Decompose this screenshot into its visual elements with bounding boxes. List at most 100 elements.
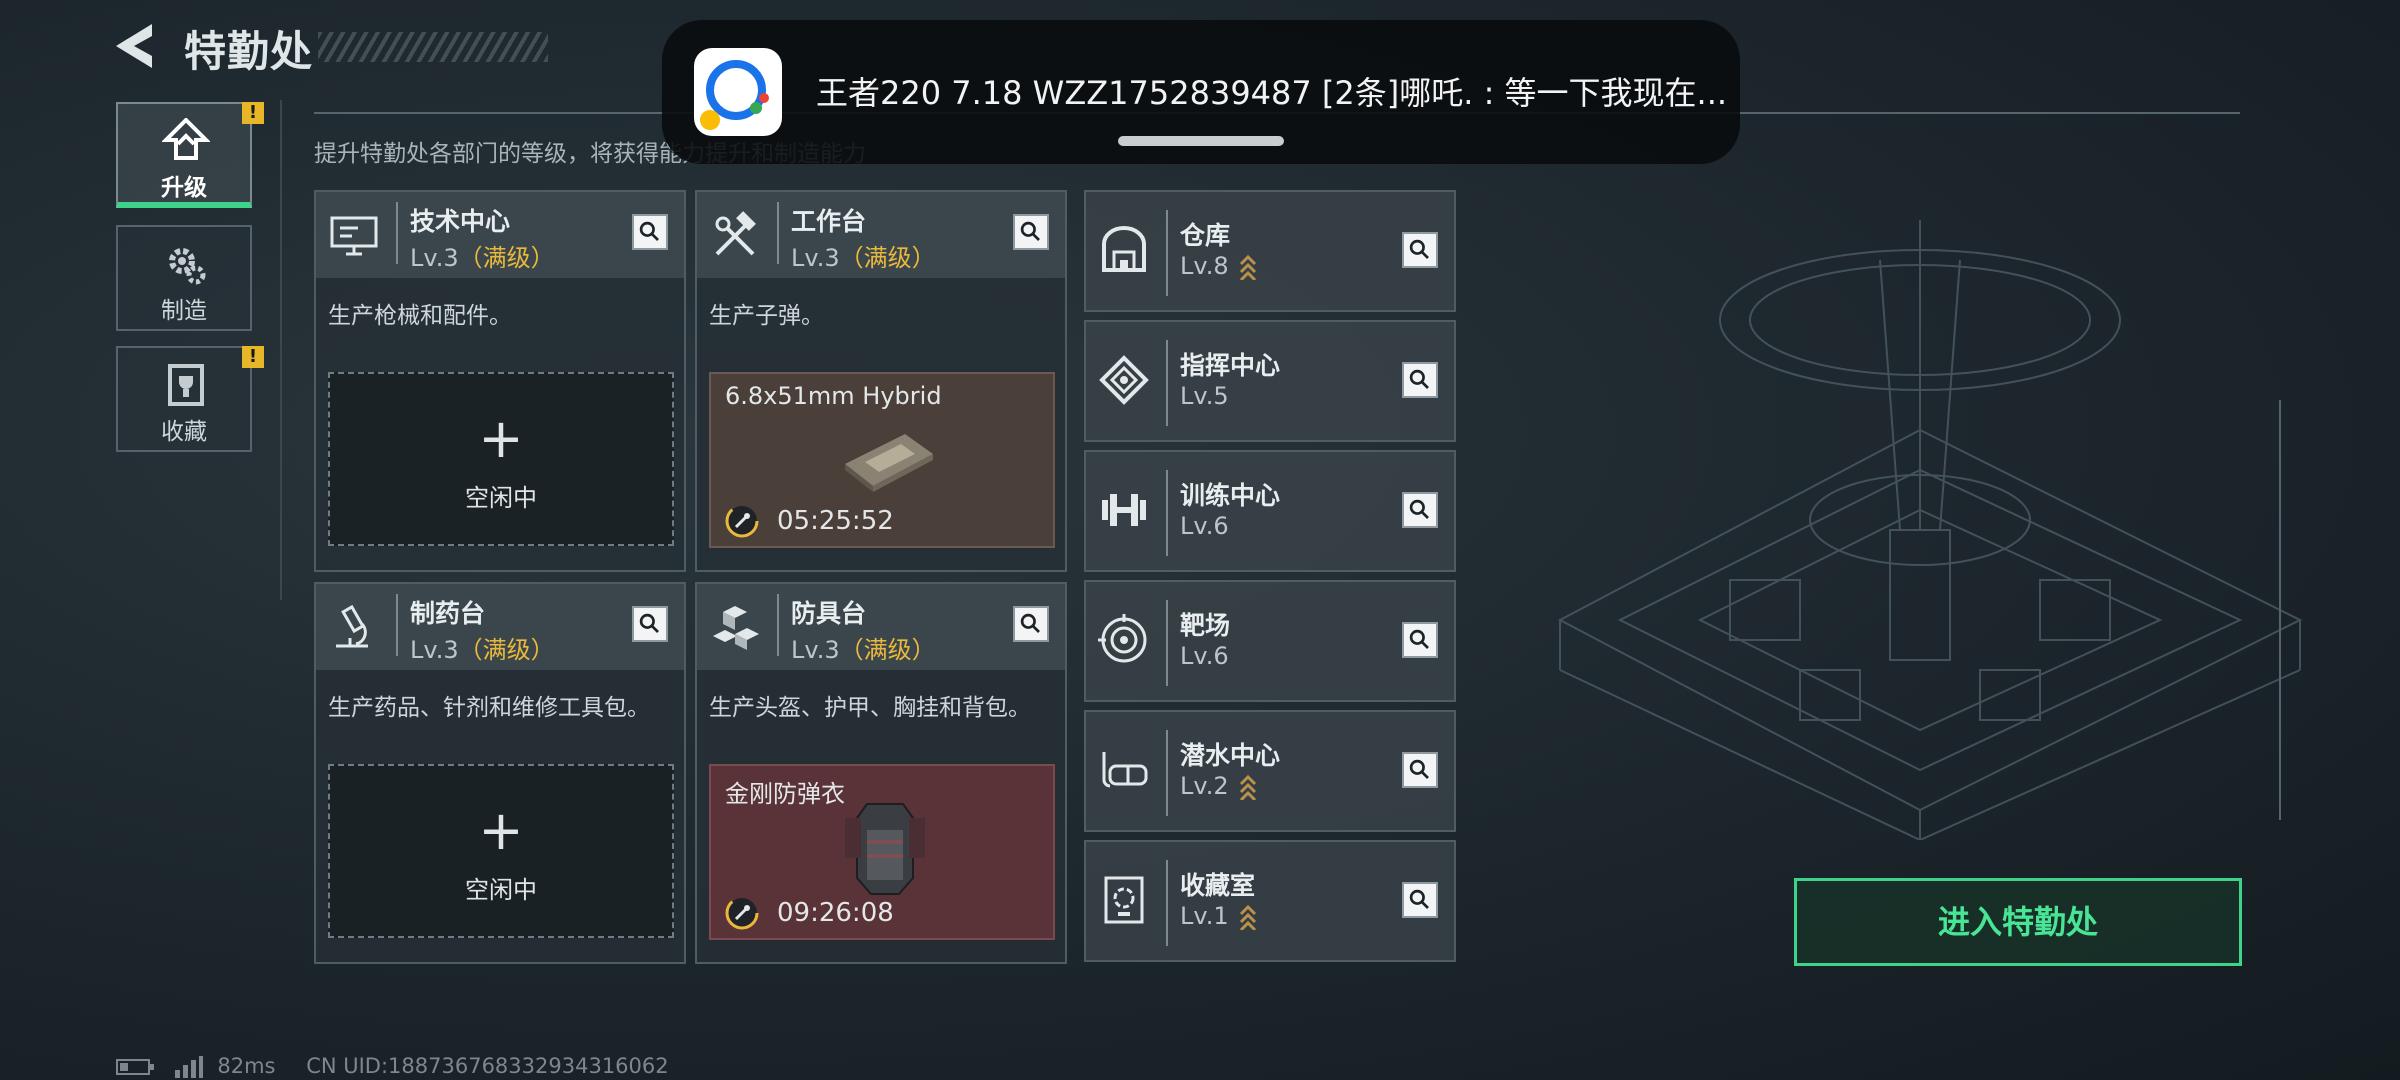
search-icon[interactable] xyxy=(1402,492,1438,528)
card-divider xyxy=(777,594,779,656)
notification-handle[interactable] xyxy=(1118,136,1284,146)
notification-text: 王者220 7.18 WZZ1752839487 [2条]哪吒. : 等一下我现… xyxy=(816,74,1728,112)
nav-item-collection[interactable]: 收藏 ! xyxy=(116,346,264,452)
card-divider xyxy=(777,202,779,264)
ammo-box-image xyxy=(845,434,933,492)
card-level: Lv.3（满级） xyxy=(791,636,936,664)
warehouse-icon xyxy=(1102,226,1146,272)
production-item-name: 6.8x51mm Hybrid xyxy=(725,382,942,410)
plus-icon: + xyxy=(478,799,524,862)
upgrade-icon xyxy=(162,118,210,160)
search-icon[interactable] xyxy=(1013,214,1049,250)
production-slot[interactable]: 6.8x51mm Hybrid 05:25:52 xyxy=(709,372,1055,548)
timer-wrench-icon xyxy=(725,504,759,538)
body-armor-image xyxy=(845,803,925,895)
nav-rail-divider xyxy=(280,100,282,600)
card-header: 制药台 Lv.3（满级） xyxy=(316,584,684,670)
search-icon[interactable] xyxy=(1402,232,1438,268)
production-slot[interactable]: 金刚防弹衣 09:26:08 xyxy=(709,764,1055,940)
card-level: Lv.8 xyxy=(1180,252,1257,280)
notification-banner[interactable]: 王者220 7.18 WZZ1752839487 [2条]哪吒. : 等一下我现… xyxy=(662,20,1740,164)
search-icon[interactable] xyxy=(1402,622,1438,658)
nav-item-craft[interactable]: 制造 xyxy=(116,225,252,331)
card-description: 生产药品、针剂和维修工具包。 xyxy=(328,695,650,721)
dept-card-collection-room[interactable]: 收藏室 Lv.1 xyxy=(1084,840,1456,962)
ping-value: 82ms xyxy=(217,1054,276,1078)
upgrade-chevron-icon xyxy=(1239,774,1256,800)
search-icon[interactable] xyxy=(1402,362,1438,398)
card-divider xyxy=(1166,340,1168,426)
status-footer: 82ms CN UID:18873676833293431606​2 xyxy=(116,1054,693,1078)
card-title: 指挥中心 xyxy=(1180,351,1281,380)
battery-icon xyxy=(116,1059,154,1075)
alert-badge: ! xyxy=(242,102,264,124)
armor-blocks-icon xyxy=(713,606,759,650)
dept-card-tech-center[interactable]: 技术中心 Lv.3（满级） 生产枪械和配件。 + 空闲中 xyxy=(314,190,686,572)
collection-case-icon xyxy=(1104,876,1144,924)
target-icon xyxy=(1098,614,1147,663)
idle-slot[interactable]: + 空闲中 xyxy=(328,372,674,546)
card-divider xyxy=(396,202,398,264)
base-building-illustration xyxy=(1557,220,2303,840)
idle-status: 空闲中 xyxy=(465,876,537,904)
card-header: 技术中心 Lv.3（满级） xyxy=(316,192,684,278)
card-divider xyxy=(1166,470,1168,556)
dept-card-warehouse[interactable]: 仓库 Lv.8 xyxy=(1084,190,1456,312)
card-description: 生产枪械和配件。 xyxy=(328,303,512,329)
search-icon[interactable] xyxy=(1013,606,1049,642)
chat-bubble-icon xyxy=(700,60,769,130)
dept-card-workbench[interactable]: 工作台 Lv.3（满级） 生产子弹。 6.8x51mm Hybrid 05:25… xyxy=(695,190,1067,572)
nav-label-collection: 收藏 xyxy=(161,419,207,445)
upgrade-chevron-icon xyxy=(1239,904,1256,930)
card-level: Lv.2 xyxy=(1180,772,1257,800)
card-divider xyxy=(1166,730,1168,816)
card-title: 仓库 xyxy=(1180,221,1231,250)
card-level: Lv.3（满级） xyxy=(791,244,936,272)
card-title: 训练中心 xyxy=(1180,481,1281,510)
back-arrow-icon[interactable] xyxy=(112,22,158,70)
card-level: Lv.1 xyxy=(1180,902,1257,930)
nav-item-upgrade[interactable]: 升级 ! xyxy=(116,102,264,208)
card-title: 防具台 xyxy=(791,599,867,628)
plus-icon: + xyxy=(478,407,524,470)
search-icon[interactable] xyxy=(1402,752,1438,788)
card-divider xyxy=(1166,210,1168,296)
user-uid: CN UID:18873676833293431606​2 xyxy=(306,1054,669,1078)
dumbbell-icon xyxy=(1102,494,1146,526)
card-level: Lv.3（满级） xyxy=(410,636,555,664)
gear-icon xyxy=(169,248,206,285)
timer-wrench-icon xyxy=(725,896,759,930)
microscope-icon xyxy=(336,604,368,648)
dept-card-diving-center[interactable]: 潜水中心 Lv.2 xyxy=(1084,710,1456,832)
card-title: 制药台 xyxy=(410,599,486,628)
title-decoration xyxy=(318,32,548,62)
production-timer: 09:26:08 xyxy=(777,898,894,928)
diving-mask-icon xyxy=(1102,752,1148,788)
card-description: 生产子弹。 xyxy=(709,303,824,329)
enter-special-ops-button[interactable]: 进入特勤处 xyxy=(1794,878,2242,966)
card-level: Lv.3（满级） xyxy=(410,244,555,272)
trophy-case-icon xyxy=(168,364,204,406)
idle-slot[interactable]: + 空闲中 xyxy=(328,764,674,938)
nav-label-craft: 制造 xyxy=(161,298,207,324)
card-divider xyxy=(1166,860,1168,946)
page-title: 特勤处 xyxy=(184,27,314,76)
nav-label-upgrade: 升级 xyxy=(161,175,207,201)
card-title: 潜水中心 xyxy=(1180,741,1281,770)
dept-card-pharmacy[interactable]: 制药台 Lv.3（满级） 生产药品、针剂和维修工具包。 + 空闲中 xyxy=(314,582,686,964)
card-description: 生产头盔、护甲、胸挂和背包。 xyxy=(709,695,1031,721)
dept-card-command-center[interactable]: 指挥中心 Lv.5 xyxy=(1084,320,1456,442)
dept-card-training-center[interactable]: 训练中心 Lv.6 xyxy=(1084,450,1456,572)
card-level: Lv.6 xyxy=(1180,512,1229,540)
app-icon xyxy=(694,48,782,136)
search-icon[interactable] xyxy=(632,606,668,642)
card-header: 防具台 Lv.3（满级） xyxy=(697,584,1065,670)
dept-card-shooting-range[interactable]: 靶场 Lv.6 xyxy=(1084,580,1456,702)
search-icon[interactable] xyxy=(632,214,668,250)
dept-card-armor-bench[interactable]: 防具台 Lv.3（满级） 生产头盔、护甲、胸挂和背包。 金刚防弹衣 09:26:… xyxy=(695,582,1067,964)
card-title: 技术中心 xyxy=(410,207,511,236)
search-icon[interactable] xyxy=(1402,882,1438,918)
production-timer: 05:25:52 xyxy=(777,506,894,536)
card-title: 工作台 xyxy=(791,207,867,236)
alert-badge: ! xyxy=(242,346,264,368)
